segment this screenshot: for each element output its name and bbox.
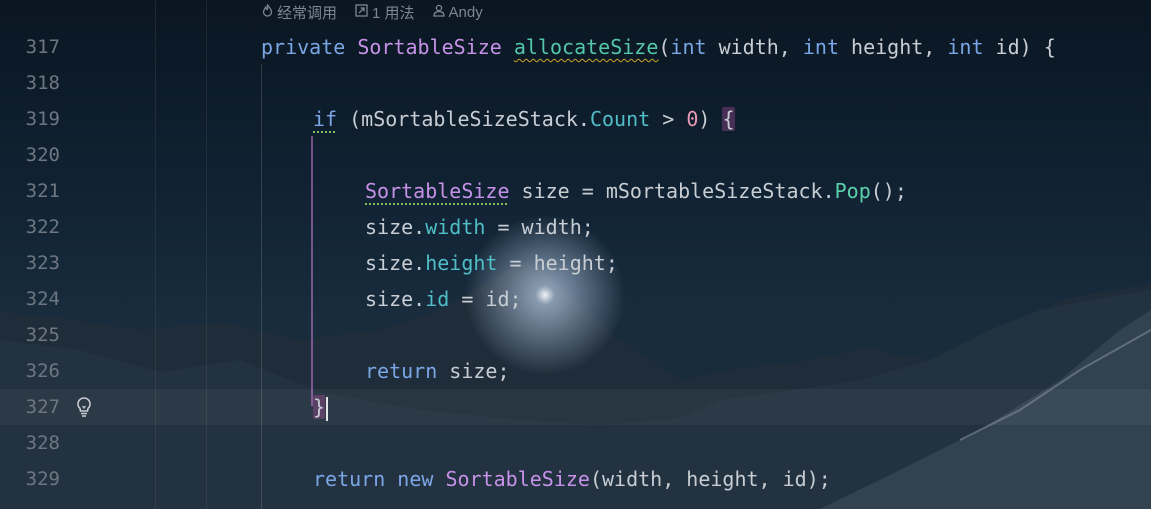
code-token: private [261, 35, 358, 59]
code-token: width, [706, 35, 803, 59]
code-token: ) [698, 107, 723, 131]
code-line[interactable]: return new SortableSize(width, height, i… [313, 461, 831, 497]
line-number: 329 [25, 468, 60, 490]
code-token: 0 [686, 107, 699, 131]
current-line-highlight [0, 389, 1151, 425]
line-number: 317 [25, 36, 60, 58]
code-token: size. [365, 287, 426, 311]
code-line[interactable]: return size; [365, 353, 510, 389]
code-token: int [670, 35, 707, 59]
code-token: int [802, 35, 839, 59]
line-number: 321 [25, 180, 60, 202]
flame-icon [262, 3, 273, 20]
code-token: (mSortableSizeStack. [337, 107, 590, 131]
author-label: Andy [448, 3, 483, 21]
code-token: (); [870, 179, 907, 203]
code-token: new [397, 467, 434, 491]
code-token: = id; [449, 287, 522, 311]
code-token: allocateSize [513, 35, 659, 59]
line-number: 323 [25, 252, 60, 274]
code-token: size. [365, 215, 426, 239]
code-line[interactable]: } [313, 389, 329, 425]
code-token: size. [365, 251, 426, 275]
code-token: size = mSortableSizeStack. [509, 179, 835, 203]
code-token: id) { [983, 35, 1056, 59]
author-hint[interactable]: Andy [432, 3, 483, 21]
fold-separator [206, 0, 207, 509]
usages-count-label: 1 用法 [372, 4, 415, 22]
code-line[interactable]: private SortableSize allocateSize(int wi… [261, 29, 1056, 65]
bracket-scope-guide [311, 136, 313, 406]
code-token: width [425, 215, 486, 239]
line-number: 328 [25, 432, 60, 454]
code-token: SortableSize [357, 35, 502, 59]
code-line[interactable]: size.height = height; [365, 245, 618, 281]
code-line[interactable]: SortableSize size = mSortableSizeStack.P… [365, 173, 907, 209]
code-token: return [313, 467, 386, 491]
code-token: SortableSize [365, 179, 510, 203]
code-token: size; [437, 359, 510, 383]
code-token: = width; [485, 215, 594, 239]
code-token: { [722, 107, 735, 131]
code-token: (width, height, id); [589, 467, 831, 491]
code-vision-hints: 经常调用 1 用法 Andy [262, 2, 483, 22]
lightbulb-icon[interactable] [73, 395, 95, 419]
code-line[interactable]: size.width = width; [365, 209, 594, 245]
arrow-box-icon [355, 4, 368, 20]
text-caret [326, 396, 329, 421]
code-token: if [313, 107, 338, 131]
code-token: height [425, 251, 498, 275]
line-number: 320 [25, 144, 60, 166]
line-number: 327 [25, 396, 60, 418]
code-line[interactable]: size.id = id; [365, 281, 522, 317]
line-number: 324 [25, 288, 60, 310]
usage-frequency-label: 经常调用 [277, 4, 338, 22]
indent-guide [261, 64, 262, 509]
code-token: SortableSize [445, 467, 590, 491]
usages-hint[interactable]: 1 用法 [355, 2, 415, 23]
line-number: 322 [25, 216, 60, 238]
code-token: id [425, 287, 450, 311]
code-token: Pop [834, 179, 871, 203]
code-token: Count [589, 107, 651, 131]
line-number: 325 [25, 324, 60, 346]
code-token: > [650, 107, 687, 131]
gutter-separator [155, 0, 156, 509]
usage-frequency-hint[interactable]: 经常调用 [262, 2, 337, 23]
code-token: return [365, 359, 438, 383]
code-token: = height; [497, 251, 618, 275]
line-number: 318 [25, 72, 60, 94]
code-editor[interactable]: 经常调用 1 用法 Andy 317 318 319 320 321 322 323 324 3… [0, 0, 1151, 509]
person-icon [432, 4, 445, 20]
code-line[interactable]: if (mSortableSizeStack.Count > 0) { [313, 101, 735, 137]
line-number: 326 [25, 360, 60, 382]
code-token: } [313, 395, 326, 419]
code-token: height, [839, 35, 948, 59]
code-token: int [947, 35, 984, 59]
code-token: ( [658, 35, 671, 59]
line-number: 319 [25, 108, 60, 130]
